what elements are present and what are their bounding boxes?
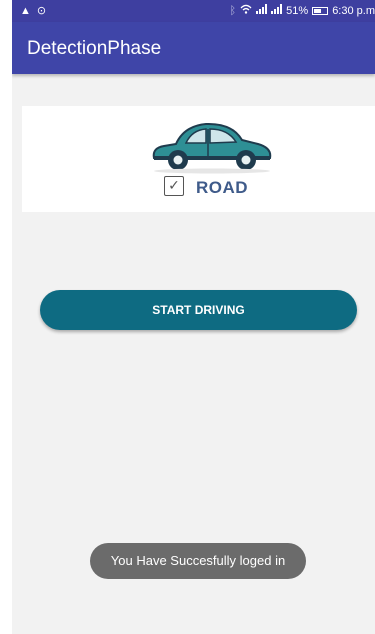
app-title: DetectionPhase <box>27 38 162 59</box>
status-time: 6:30 p.m <box>332 4 375 17</box>
road-checkbox[interactable]: ✓ <box>164 176 184 196</box>
battery-percent: 51% <box>286 4 309 17</box>
signal-icon <box>256 4 268 17</box>
battery-icon <box>312 6 329 15</box>
signal-icon <box>271 4 283 17</box>
login-toast: You Have Succesfully loged in <box>90 543 306 579</box>
car-icon <box>152 122 272 174</box>
status-bar-left: ▲ ⊙ <box>20 4 47 18</box>
app-bar: DetectionPhase <box>12 22 375 74</box>
status-bar: ▲ ⊙ ᛒ 51% 6:30 p.m <box>12 0 375 22</box>
status-bar-right: ᛒ 51% 6:30 p.m <box>230 4 375 17</box>
warning-icon: ▲ <box>20 4 31 17</box>
road-label: ROAD <box>196 178 249 197</box>
bluetooth-icon: ᛒ <box>229 4 237 17</box>
wifi-icon <box>240 4 252 17</box>
timer-icon: ⊙ <box>36 5 47 17</box>
phone-screen: ▲ ⊙ ᛒ 51% 6:30 p.m DetectionPhase ✓ ROAD… <box>12 0 375 634</box>
start-driving-button[interactable]: START DRIVING <box>40 290 357 330</box>
